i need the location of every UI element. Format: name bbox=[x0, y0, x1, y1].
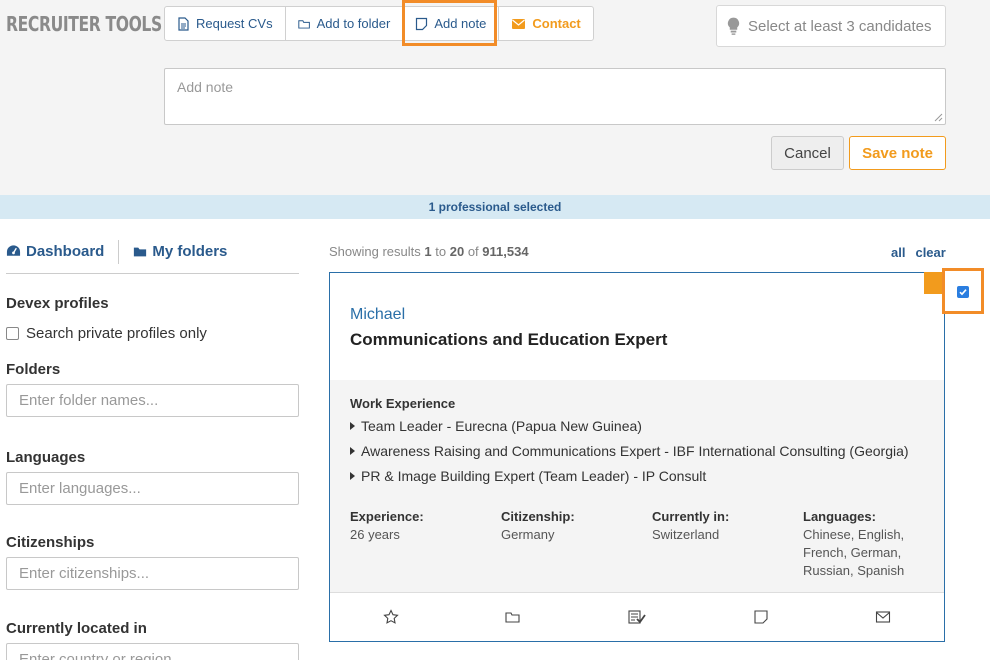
note-textarea[interactable]: Add note bbox=[164, 68, 946, 125]
bullet-triangle-icon bbox=[350, 472, 355, 480]
add-to-folder-label: Add to folder bbox=[316, 16, 391, 31]
clear-selection-link[interactable]: clear bbox=[915, 245, 945, 260]
request-cv-icon[interactable] bbox=[627, 609, 647, 625]
selection-marker bbox=[924, 272, 942, 294]
add-to-folder-button[interactable]: Add to folder bbox=[286, 7, 404, 40]
dashboard-link[interactable]: Dashboard bbox=[6, 240, 104, 262]
located-input[interactable]: Enter country or region... bbox=[6, 643, 299, 660]
request-cvs-button[interactable]: Request CVs bbox=[165, 7, 286, 40]
experience-fact: Experience: 26 years bbox=[350, 509, 424, 542]
document-icon bbox=[178, 16, 189, 31]
cancel-button[interactable]: Cancel bbox=[771, 136, 844, 170]
selection-tip: Select at least 3 candidates bbox=[716, 5, 946, 47]
select-candidate-checkbox[interactable] bbox=[957, 286, 969, 298]
citizenships-heading: Citizenships bbox=[6, 534, 95, 551]
my-folders-link[interactable]: My folders bbox=[133, 240, 227, 262]
results-summary: Showing results 1 to 20 of 911,534 bbox=[329, 244, 529, 259]
save-note-button[interactable]: Save note bbox=[849, 136, 946, 170]
add-note-highlight bbox=[402, 0, 497, 46]
resize-grip-icon[interactable] bbox=[933, 112, 943, 122]
private-profiles-checkbox[interactable]: Search private profiles only bbox=[6, 325, 299, 342]
location-fact: Currently in: Switzerland bbox=[652, 509, 730, 542]
candidate-actions bbox=[330, 592, 944, 641]
bullet-triangle-icon bbox=[350, 422, 355, 430]
envelope-icon[interactable] bbox=[875, 609, 891, 625]
citizenships-input[interactable]: Enter citizenships... bbox=[6, 557, 299, 590]
folder-icon bbox=[134, 247, 147, 256]
lightbulb-icon bbox=[727, 17, 740, 35]
devex-profiles-heading: Devex profiles bbox=[6, 295, 109, 312]
citizenship-fact: Citizenship: Germany bbox=[501, 509, 575, 542]
folders-input[interactable]: Enter folder names... bbox=[6, 384, 299, 417]
candidate-name[interactable]: Michael bbox=[350, 306, 924, 324]
checkbox-box[interactable] bbox=[6, 327, 19, 340]
note-placeholder: Add note bbox=[177, 79, 234, 95]
dashboard-label: Dashboard bbox=[26, 242, 105, 260]
action-toolbar: Request CVs Add to folder Add note Conta… bbox=[164, 6, 594, 41]
private-profiles-label: Search private profiles only bbox=[26, 325, 207, 342]
request-cvs-label: Request CVs bbox=[196, 16, 273, 31]
filter-panel: Devex profiles Search private profiles o… bbox=[6, 295, 299, 660]
work-experience-item: PR & Image Building Expert (Team Leader)… bbox=[350, 468, 924, 484]
select-controls: all clear bbox=[891, 245, 946, 260]
candidate-title: Communications and Education Expert bbox=[350, 330, 668, 349]
selection-count-bar: 1 professional selected bbox=[0, 195, 990, 219]
select-all-link[interactable]: all bbox=[891, 245, 905, 260]
sidebar-nav: Dashboard My folders bbox=[6, 240, 299, 274]
folder-open-icon[interactable] bbox=[505, 609, 521, 625]
languages-heading: Languages bbox=[6, 449, 86, 466]
nav-divider bbox=[118, 240, 120, 264]
candidate-card: Michael Communications and Education Exp… bbox=[329, 272, 945, 642]
candidate-details: Work Experience Team Leader - Eurecna (P… bbox=[330, 380, 944, 592]
languages-fact: Languages: Chinese, English, French, Ger… bbox=[803, 509, 905, 578]
folder-open-icon bbox=[297, 19, 310, 29]
recruiter-tools-panel: Recruiter Tools Request CVs Add to folde… bbox=[0, 0, 990, 195]
work-experience-heading: Work Experience bbox=[350, 396, 456, 411]
work-experience-item: Awareness Raising and Communications Exp… bbox=[350, 443, 924, 459]
star-icon[interactable] bbox=[383, 609, 399, 625]
note-icon[interactable] bbox=[753, 609, 769, 625]
bullet-triangle-icon bbox=[350, 447, 355, 455]
work-experience-item: Team Leader - Eurecna (Papua New Guinea) bbox=[350, 418, 924, 434]
tip-text: Select at least 3 candidates bbox=[748, 17, 932, 35]
checkmark-icon bbox=[959, 289, 967, 296]
brand-title: Recruiter Tools bbox=[6, 12, 162, 36]
folders-heading: Folders bbox=[6, 361, 61, 378]
languages-input[interactable]: Enter languages... bbox=[6, 472, 299, 505]
located-heading: Currently located in bbox=[6, 620, 147, 637]
candidate-facts: Experience: 26 years Citizenship: German… bbox=[350, 508, 924, 580]
contact-label: Contact bbox=[532, 16, 581, 31]
envelope-icon bbox=[512, 18, 526, 29]
candidate-header: Michael Communications and Education Exp… bbox=[330, 273, 944, 380]
contact-button[interactable]: Contact bbox=[499, 7, 592, 40]
my-folders-label: My folders bbox=[152, 242, 228, 260]
dashboard-icon bbox=[6, 245, 21, 256]
